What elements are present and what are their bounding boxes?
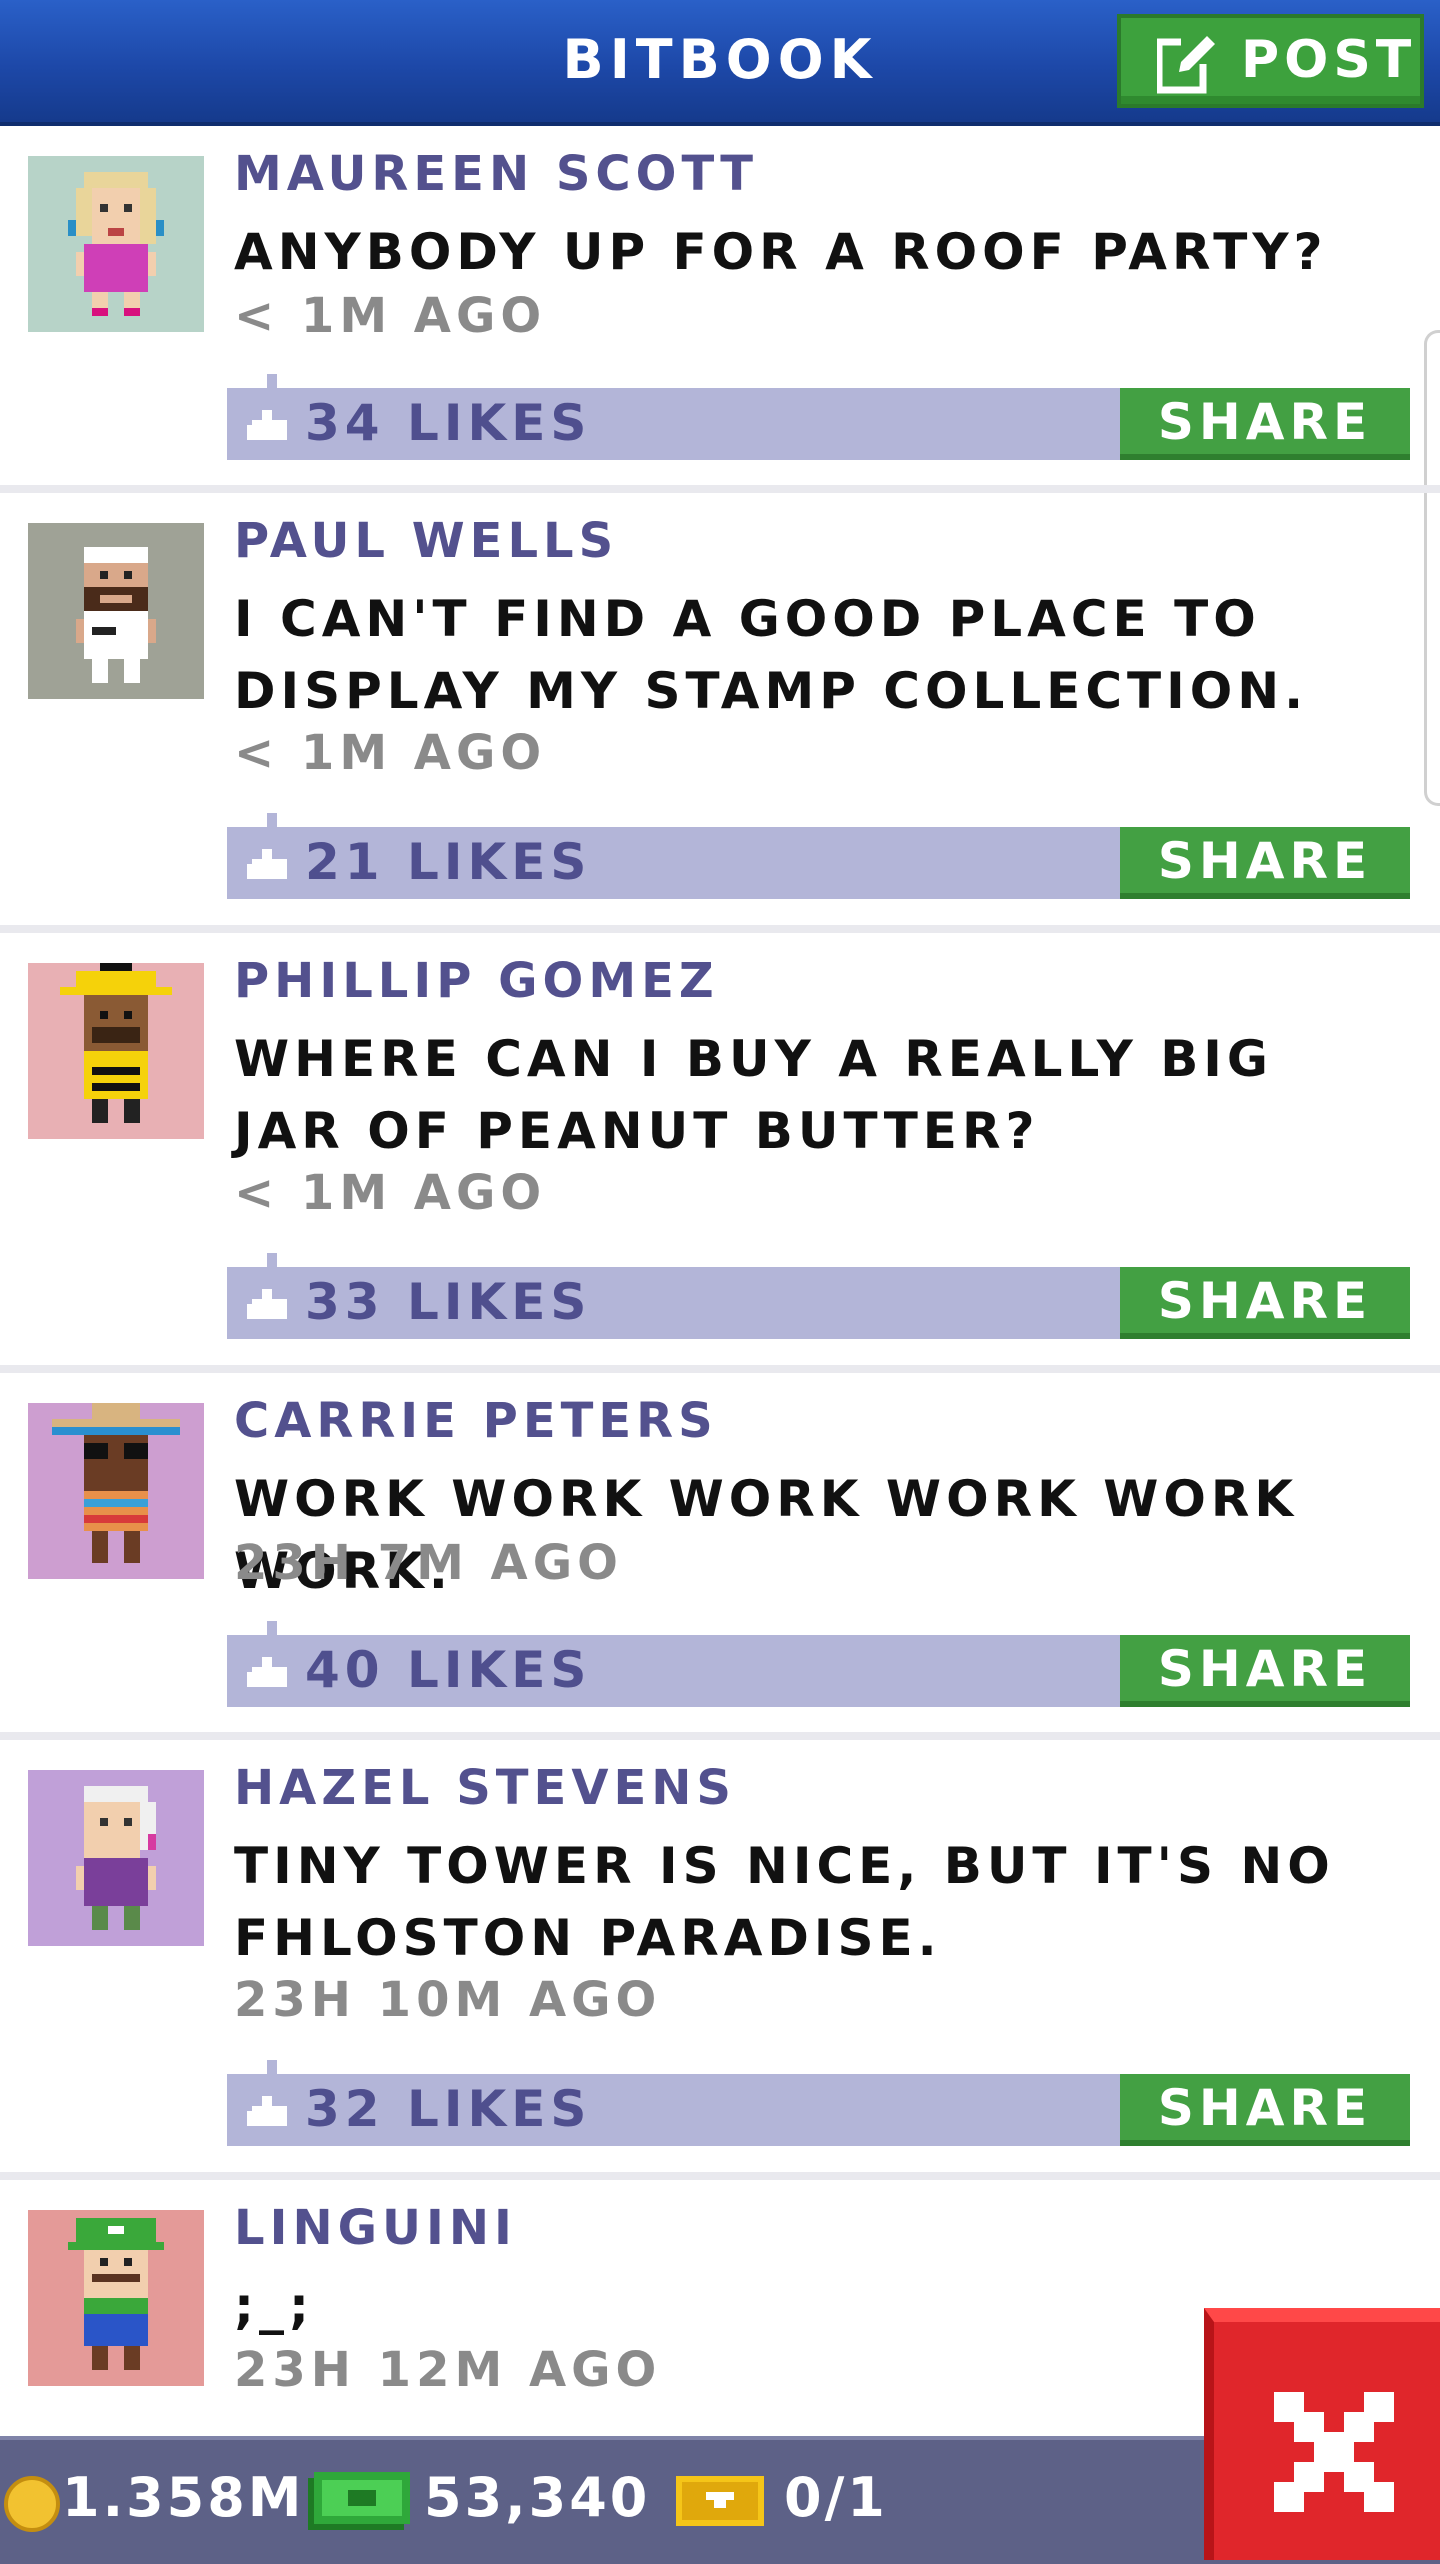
app-header: BITBOOK POST: [0, 0, 1440, 126]
avatar[interactable]: [28, 963, 204, 1139]
likes-bar: 21 LIKES SHARE: [227, 813, 1410, 899]
post-time: 23H 10M AGO: [234, 1972, 662, 2028]
post-time: < 1M AGO: [234, 1165, 547, 1221]
post-message: WHERE CAN I BUY A REALLY BIG JAR OF PEAN…: [234, 1030, 1273, 1160]
tickets-count: 0/1: [784, 2466, 888, 2529]
avatar[interactable]: [28, 1403, 204, 1579]
feed-post: PHILLIP GOMEZ WHERE CAN I BUY A REALLY B…: [0, 933, 1440, 1373]
likes-bar-notch: [267, 2060, 277, 2074]
likes-bar-notch: [267, 374, 277, 388]
share-button[interactable]: SHARE: [1120, 2074, 1410, 2146]
share-button[interactable]: SHARE: [1120, 1267, 1410, 1339]
author-name[interactable]: PAUL WELLS: [234, 513, 618, 569]
thumb-up-icon: [247, 2096, 287, 2126]
thumb-up-icon: [247, 410, 287, 440]
post-message: I CAN'T FIND A GOOD PLACE TO DISPLAY MY …: [234, 590, 1309, 720]
avatar[interactable]: [28, 1770, 204, 1946]
avatar[interactable]: [28, 2210, 204, 2386]
likes-bar: 40 LIKES SHARE: [227, 1621, 1410, 1707]
post-button-label: POST: [1241, 30, 1417, 90]
author-name[interactable]: MAUREEN SCOTT: [234, 146, 758, 202]
likes-bar-notch: [267, 1621, 277, 1635]
likes-bar-notch: [267, 1253, 277, 1267]
feed-post: MAUREEN SCOTT ANYBODY UP FOR A ROOF PART…: [0, 126, 1440, 493]
likes-count: 40 LIKES: [305, 1641, 592, 1699]
bux-count: 53,340: [424, 2466, 651, 2529]
post-time: 23H 7M AGO: [234, 1535, 623, 1591]
likes-bar: 33 LIKES SHARE: [227, 1253, 1410, 1339]
author-name[interactable]: CARRIE PETERS: [234, 1393, 718, 1449]
likes-count: 33 LIKES: [305, 1273, 592, 1331]
post-message: TINY TOWER IS NICE, BUT IT'S NO FHLOSTON…: [234, 1837, 1335, 1967]
likes-count: 21 LIKES: [305, 833, 592, 891]
author-name[interactable]: LINGUINI: [234, 2200, 517, 2256]
likes-count: 34 LIKES: [305, 394, 592, 452]
feed-post: CARRIE PETERS WORK WORK WORK WORK WORK W…: [0, 1373, 1440, 1740]
share-button[interactable]: SHARE: [1120, 388, 1410, 460]
bux-icon: [308, 2472, 410, 2536]
author-name[interactable]: HAZEL STEVENS: [234, 1760, 736, 1816]
likes-bar: 34 LIKES SHARE: [227, 374, 1410, 460]
feed-post: PAUL WELLS I CAN'T FIND A GOOD PLACE TO …: [0, 493, 1440, 933]
avatar[interactable]: [28, 523, 204, 699]
likes-bar-notch: [267, 813, 277, 827]
thumb-up-icon: [247, 849, 287, 879]
post-message: ANYBODY UP FOR A ROOF PARTY?: [234, 223, 1328, 281]
thumb-up-icon: [247, 1289, 287, 1319]
feed-post: HAZEL STEVENS TINY TOWER IS NICE, BUT IT…: [0, 1740, 1440, 2180]
share-button[interactable]: SHARE: [1120, 827, 1410, 899]
post-time: < 1M AGO: [234, 288, 547, 344]
close-button[interactable]: [1204, 2308, 1440, 2560]
author-name[interactable]: PHILLIP GOMEZ: [234, 953, 719, 1009]
ticket-icon: [676, 2468, 764, 2534]
close-icon: [1274, 2392, 1394, 2512]
post-time: < 1M AGO: [234, 725, 547, 781]
compose-icon: [1155, 34, 1219, 94]
avatar[interactable]: [28, 156, 204, 332]
coins-count: 1.358M: [62, 2466, 305, 2529]
post-button[interactable]: POST: [1117, 14, 1424, 108]
likes-count: 32 LIKES: [305, 2080, 592, 2138]
post-time: 23H 12M AGO: [234, 2342, 662, 2398]
thumb-up-icon: [247, 1657, 287, 1687]
likes-bar: 32 LIKES SHARE: [227, 2060, 1410, 2146]
share-button[interactable]: SHARE: [1120, 1635, 1410, 1707]
coin-icon: [4, 2476, 60, 2532]
